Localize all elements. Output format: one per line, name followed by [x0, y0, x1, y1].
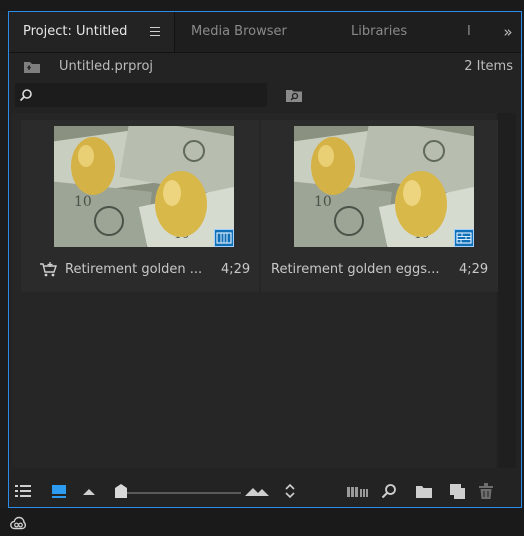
bin-content-area: 10 10	[12, 113, 499, 468]
creative-cloud-icon[interactable]	[10, 516, 26, 530]
sequence-caption: Retirement golden eggs... 4;29	[261, 258, 499, 282]
panel-menu-icon[interactable]	[150, 27, 160, 36]
trash-icon[interactable]	[479, 483, 493, 499]
video-clip-icon	[214, 229, 234, 247]
find-icon[interactable]	[381, 483, 397, 499]
large-mountain-icon	[245, 488, 269, 496]
sequence-icon	[454, 229, 474, 247]
status-bar	[0, 508, 524, 536]
new-search-bin-icon[interactable]	[285, 87, 303, 103]
clip-card[interactable]: 10 10	[21, 120, 259, 292]
folder-up-icon[interactable]	[23, 60, 41, 74]
automate-to-sequence-icon[interactable]	[347, 487, 369, 497]
project-file-name: Untitled.prproj	[59, 59, 154, 74]
list-view-icon[interactable]	[15, 484, 31, 498]
svg-text:10: 10	[314, 194, 332, 210]
sequence-duration: 4;29	[459, 262, 489, 277]
project-panel: Project: Untitled Media Browser Librarie…	[8, 11, 522, 508]
clip-caption: Retirement golden ... 4;29	[21, 258, 259, 282]
cart-icon	[40, 262, 57, 277]
panel-tab-bar: Project: Untitled Media Browser Librarie…	[9, 12, 521, 53]
tab-overflow-icon[interactable]: »	[495, 12, 521, 52]
tab-libraries[interactable]: Libraries	[351, 12, 421, 52]
search-input[interactable]	[15, 83, 267, 107]
tab-project-label: Project: Untitled	[23, 24, 128, 39]
search-row	[9, 83, 521, 109]
clip-thumbnail[interactable]: 10 10	[54, 126, 234, 247]
zoom-slider[interactable]	[121, 492, 241, 494]
window-top-strip	[0, 0, 524, 11]
new-item-icon[interactable]	[450, 484, 465, 499]
tab-media-browser[interactable]: Media Browser	[191, 12, 311, 52]
clip-name: Retirement golden ...	[65, 262, 203, 277]
svg-text:10: 10	[74, 194, 92, 210]
breadcrumb: Untitled.prproj 2 Items	[9, 53, 521, 81]
zoom-slider-thumb[interactable]	[115, 484, 127, 498]
icon-view-icon[interactable]	[52, 484, 66, 498]
sequence-card[interactable]: 10 10	[261, 120, 499, 292]
golden-eggs-thumbnail-image: 10 10	[294, 126, 474, 247]
small-mountain-icon	[83, 489, 95, 495]
bottom-toolbar	[9, 475, 521, 507]
tab-truncated[interactable]: I	[467, 12, 479, 52]
search-icon	[19, 89, 32, 102]
vertical-scrollbar[interactable]	[498, 113, 516, 468]
new-bin-icon[interactable]	[416, 485, 432, 498]
tab-project[interactable]: Project: Untitled	[9, 12, 175, 52]
item-count: 2 Items	[464, 59, 513, 74]
clip-duration: 4;29	[221, 262, 251, 277]
golden-eggs-thumbnail-image: 10 10	[54, 126, 234, 247]
sequence-thumbnail[interactable]: 10 10	[294, 126, 474, 247]
sequence-name: Retirement golden eggs...	[271, 262, 440, 277]
sort-icon[interactable]	[285, 483, 295, 499]
